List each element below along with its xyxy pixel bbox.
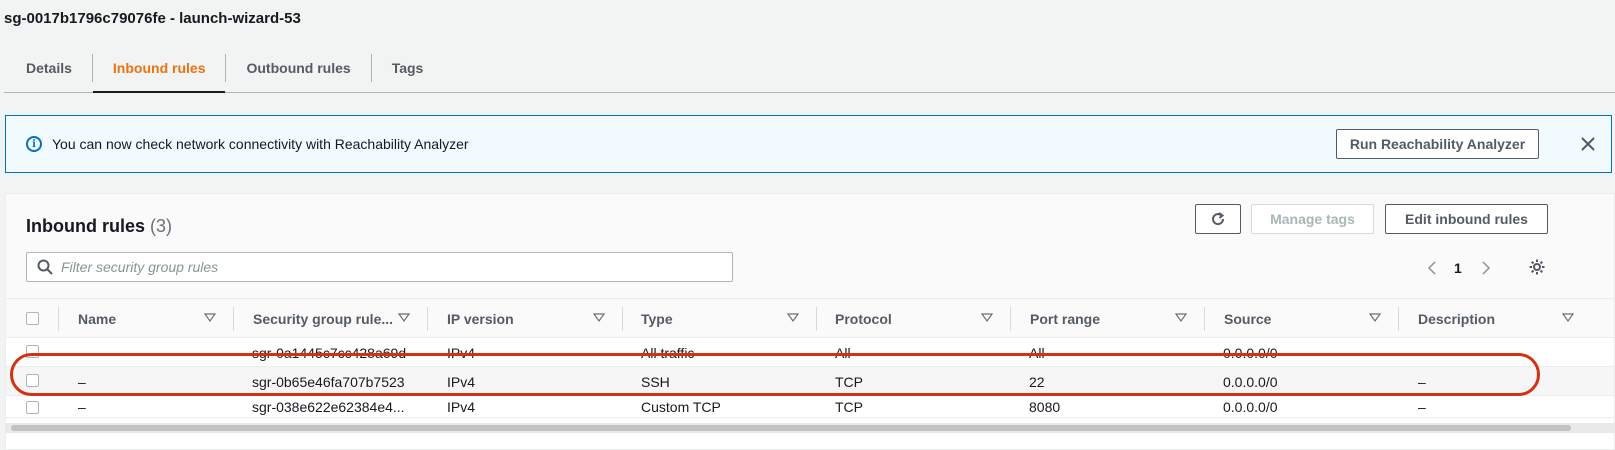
cell-name: –: [78, 344, 86, 361]
column-divider: [816, 307, 817, 331]
search-icon: [37, 259, 53, 275]
row-checkbox[interactable]: [26, 374, 39, 387]
cell-type: Custom TCP: [641, 399, 721, 415]
cell-name: –: [78, 399, 86, 415]
cell-description: –: [1418, 373, 1426, 390]
chevron-left-icon[interactable]: [1426, 260, 1438, 276]
column-header-port-range[interactable]: Port range: [1030, 299, 1100, 339]
column-header-name[interactable]: Name: [78, 299, 116, 339]
tab-inbound-rules[interactable]: Inbound rules: [92, 44, 226, 93]
refresh-button[interactable]: [1195, 204, 1241, 234]
cell-name: –: [78, 373, 86, 390]
cell-port-range: 8080: [1029, 399, 1061, 415]
sort-down-icon[interactable]: [1175, 313, 1187, 323]
search-field[interactable]: [26, 252, 733, 282]
table-row[interactable]: – sgr-0b65e46fa707b7523 IPv4 SSH TCP 22 …: [6, 367, 1614, 396]
cell-source: 0.0.0.0/0: [1223, 373, 1278, 390]
close-icon[interactable]: [1576, 132, 1600, 156]
column-divider: [233, 307, 234, 331]
cell-description: –: [1418, 344, 1426, 361]
chevron-right-icon[interactable]: [1480, 260, 1492, 276]
sort-down-icon[interactable]: [981, 313, 993, 323]
sort-down-icon[interactable]: [1562, 313, 1574, 323]
tab-bar: Details Inbound rules Outbound rules Tag…: [4, 44, 1615, 93]
column-divider: [622, 307, 623, 331]
horizontal-scrollbar[interactable]: [5, 423, 1615, 433]
cell-protocol: All: [835, 344, 851, 361]
cell-source: 0.0.0.0/0: [1223, 344, 1278, 361]
cell-description: –: [1418, 399, 1426, 415]
column-header-type[interactable]: Type: [641, 299, 673, 339]
cell-rule-id: sgr-0a1445c7cc428a69d: [252, 344, 407, 361]
settings-gear-icon[interactable]: [1528, 258, 1546, 276]
pagination: 1: [1426, 256, 1492, 280]
row-checkbox[interactable]: [26, 345, 39, 358]
tab-details[interactable]: Details: [4, 44, 92, 92]
cell-ip-version: IPv4: [447, 344, 476, 361]
rule-count: (3): [150, 216, 173, 236]
panel-title: Inbound rules (3): [26, 216, 172, 237]
table-header: Name Security group rule... IP version T…: [6, 298, 1614, 338]
banner-message: You can now check network connectivity w…: [52, 136, 469, 152]
cell-type: SSH: [641, 373, 670, 390]
column-header-description[interactable]: Description: [1418, 299, 1495, 339]
sort-down-icon[interactable]: [787, 313, 799, 323]
sort-down-icon[interactable]: [204, 313, 216, 323]
column-header-source[interactable]: Source: [1224, 299, 1271, 339]
edit-inbound-rules-button[interactable]: Edit inbound rules: [1385, 204, 1548, 234]
manage-tags-button[interactable]: Manage tags: [1251, 204, 1374, 234]
column-header-ip-version[interactable]: IP version: [447, 299, 514, 339]
column-header-rule-id[interactable]: Security group rule...: [253, 299, 393, 339]
inbound-rules-panel: Inbound rules (3) Manage tags Edit inbou…: [5, 193, 1615, 450]
cell-type: All traffic: [641, 344, 695, 361]
cell-protocol: TCP: [835, 373, 863, 390]
info-icon: i: [26, 136, 42, 152]
column-divider: [1204, 307, 1205, 331]
column-header-protocol[interactable]: Protocol: [835, 299, 892, 339]
cell-port-range: 22: [1029, 373, 1045, 390]
scrollbar-thumb[interactable]: [11, 425, 1571, 431]
sort-down-icon[interactable]: [398, 313, 410, 323]
info-banner: i You can now check network connectivity…: [5, 115, 1612, 173]
sort-down-icon[interactable]: [593, 313, 605, 323]
tab-outbound-rules[interactable]: Outbound rules: [226, 44, 370, 92]
table-row[interactable]: – sgr-038e622e62384e4... IPv4 Custom TCP…: [6, 396, 1614, 418]
page-title: sg-0017b1796c79076fe - launch-wizard-53: [4, 10, 301, 27]
refresh-icon: [1212, 212, 1225, 226]
table-row[interactable]: – sgr-0a1445c7cc428a69d IPv4 All traffic…: [6, 338, 1614, 367]
search-input[interactable]: [61, 259, 711, 275]
cell-ip-version: IPv4: [447, 373, 476, 390]
column-divider: [1398, 307, 1399, 331]
column-divider: [1010, 307, 1011, 331]
panel-title-text: Inbound rules: [26, 216, 145, 236]
cell-source: 0.0.0.0/0: [1223, 399, 1278, 415]
cell-ip-version: IPv4: [447, 399, 476, 415]
cell-protocol: TCP: [835, 399, 863, 415]
run-reachability-analyzer-button[interactable]: Run Reachability Analyzer: [1336, 129, 1539, 159]
column-divider: [427, 307, 428, 331]
cell-port-range: All: [1029, 344, 1045, 361]
page-number[interactable]: 1: [1454, 260, 1462, 276]
select-all-checkbox[interactable]: [26, 312, 39, 325]
tab-tags[interactable]: Tags: [372, 44, 444, 92]
column-divider: [58, 307, 59, 331]
sort-down-icon[interactable]: [1369, 313, 1381, 323]
cell-rule-id: sgr-038e622e62384e4...: [252, 399, 405, 415]
panel-header: Inbound rules (3) Manage tags Edit inbou…: [6, 194, 1614, 298]
row-checkbox[interactable]: [26, 401, 39, 414]
cell-rule-id: sgr-0b65e46fa707b7523: [252, 373, 405, 390]
